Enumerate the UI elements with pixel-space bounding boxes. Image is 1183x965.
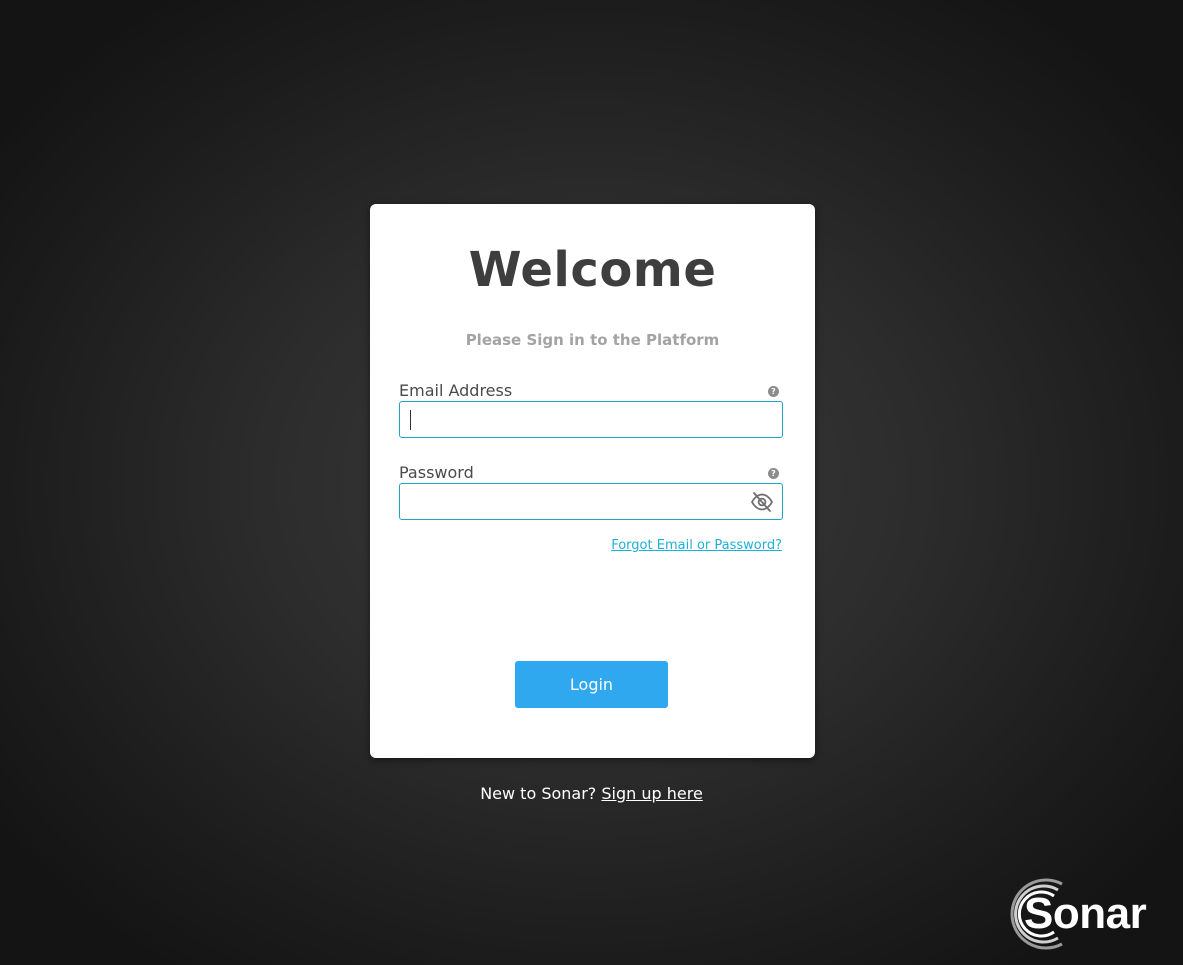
signup-link[interactable]: Sign up here xyxy=(601,784,702,803)
password-input[interactable] xyxy=(400,484,750,517)
sign-in-subtitle: Please Sign in to the Platform xyxy=(465,331,720,349)
eye-slash-icon[interactable] xyxy=(750,491,774,513)
text-caret xyxy=(410,410,411,430)
signup-row: New to Sonar? Sign up here xyxy=(0,784,1183,804)
email-input[interactable] xyxy=(400,402,750,435)
brand-name: Sonar xyxy=(1024,889,1147,938)
email-field-wrapper xyxy=(399,401,783,438)
email-help-icon[interactable]: ? xyxy=(768,386,779,397)
welcome-title: Welcome xyxy=(468,242,717,298)
password-help-icon[interactable]: ? xyxy=(768,468,779,479)
sonar-brand-logo: Sonar xyxy=(1004,878,1169,950)
login-button[interactable]: Login xyxy=(515,661,668,708)
forgot-credentials-link[interactable]: Forgot Email or Password? xyxy=(611,538,782,554)
signup-prompt: New to Sonar? xyxy=(480,784,597,803)
password-field-wrapper xyxy=(399,483,783,520)
email-label: Email Address xyxy=(399,381,513,400)
login-card: Welcome Please Sign in to the Platform E… xyxy=(370,204,815,758)
password-label: Password xyxy=(399,463,474,482)
